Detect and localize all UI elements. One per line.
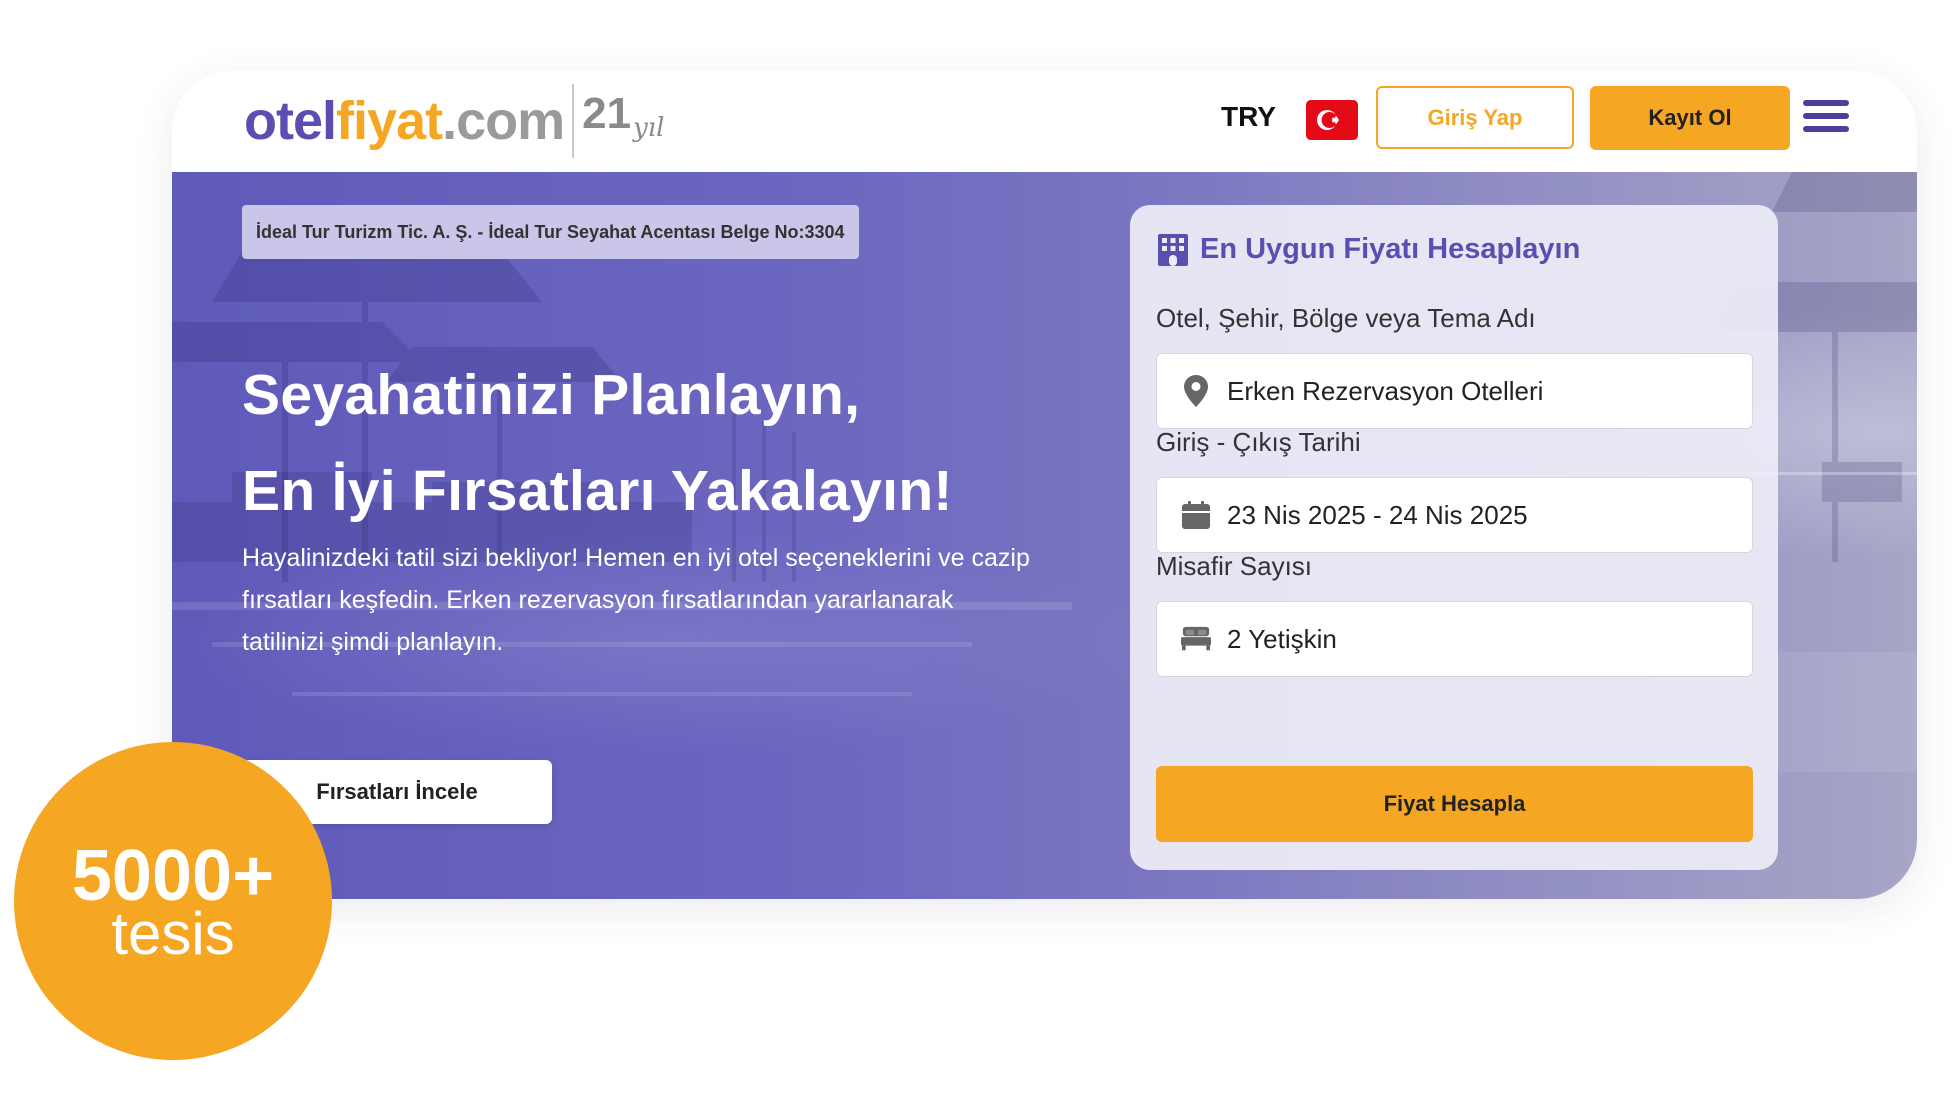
logo-yil: yıl xyxy=(633,113,665,143)
license-badge: İdeal Tur Turizm Tic. A. Ş. - İdeal Tur … xyxy=(242,205,859,259)
map-pin-icon xyxy=(1181,375,1211,407)
hero-title: Seyahatinizi Planlayın, En İyi Fırsatlar… xyxy=(242,347,1142,539)
hero-description: Hayalinizdeki tatil sizi bekliyor! Hemen… xyxy=(242,544,1030,656)
destination-label: Otel, Şehir, Bölge veya Tema Adı xyxy=(1156,303,1536,333)
turkey-flag-icon[interactable] xyxy=(1306,100,1358,140)
badge-text: tesis xyxy=(111,900,235,967)
login-button[interactable]: Giriş Yap xyxy=(1376,86,1574,149)
site-logo[interactable]: otel fiyat .com 21 yıl xyxy=(244,81,664,161)
hero-title-line-2: En İyi Fırsatları Yakalayın! xyxy=(242,459,953,523)
logo-fiyat-text: fiyat xyxy=(336,91,443,151)
currency-selector[interactable]: TRY xyxy=(1221,101,1276,133)
hero-title-line-1: Seyahatinizi Planlayın, xyxy=(242,363,861,427)
logo-com-text: .com xyxy=(442,91,565,151)
form-title-text: En Uygun Fiyatı Hesaplayın xyxy=(1200,233,1581,265)
hero-section: İdeal Tur Turizm Tic. A. Ş. - İdeal Tur … xyxy=(172,172,1917,899)
destination-input[interactable]: Erken Rezervasyon Otelleri xyxy=(1156,353,1753,429)
logo-years: 21 xyxy=(582,89,632,138)
logo-otel-text: otel xyxy=(244,91,337,151)
hamburger-menu-icon[interactable] xyxy=(1803,100,1849,138)
guests-label: Misafir Sayısı xyxy=(1156,551,1313,581)
site-preview-card: otel fiyat .com 21 yıl TRY Giriş Yap Kay… xyxy=(172,71,1917,899)
calendar-icon xyxy=(1181,500,1211,530)
form-title: En Uygun Fiyatı Hesaplayın xyxy=(1158,233,1580,266)
guests-input[interactable]: 2 Yetişkin xyxy=(1156,601,1753,677)
guests-value: 2 Yetişkin xyxy=(1227,623,1337,654)
dates-input[interactable]: 23 Nis 2025 - 24 Nis 2025 xyxy=(1156,477,1753,553)
dates-value: 23 Nis 2025 - 24 Nis 2025 xyxy=(1227,499,1528,530)
site-header: otel fiyat .com 21 yıl TRY Giriş Yap Kay… xyxy=(172,71,1917,172)
price-calculator-form: En Uygun Fiyatı Hesaplayın Otel, Şehir, … xyxy=(1130,205,1778,870)
bed-icon xyxy=(1181,624,1211,654)
calculate-price-button[interactable]: Fiyat Hesapla xyxy=(1156,766,1753,842)
register-button[interactable]: Kayıt Ol xyxy=(1590,86,1790,150)
logo-divider xyxy=(572,84,575,158)
property-count-badge: 5000+ tesis xyxy=(14,742,332,1060)
destination-value: Erken Rezervasyon Otelleri xyxy=(1227,375,1544,406)
dates-label: Giriş - Çıkış Tarihi xyxy=(1156,427,1361,457)
hotel-building-icon xyxy=(1158,233,1188,266)
